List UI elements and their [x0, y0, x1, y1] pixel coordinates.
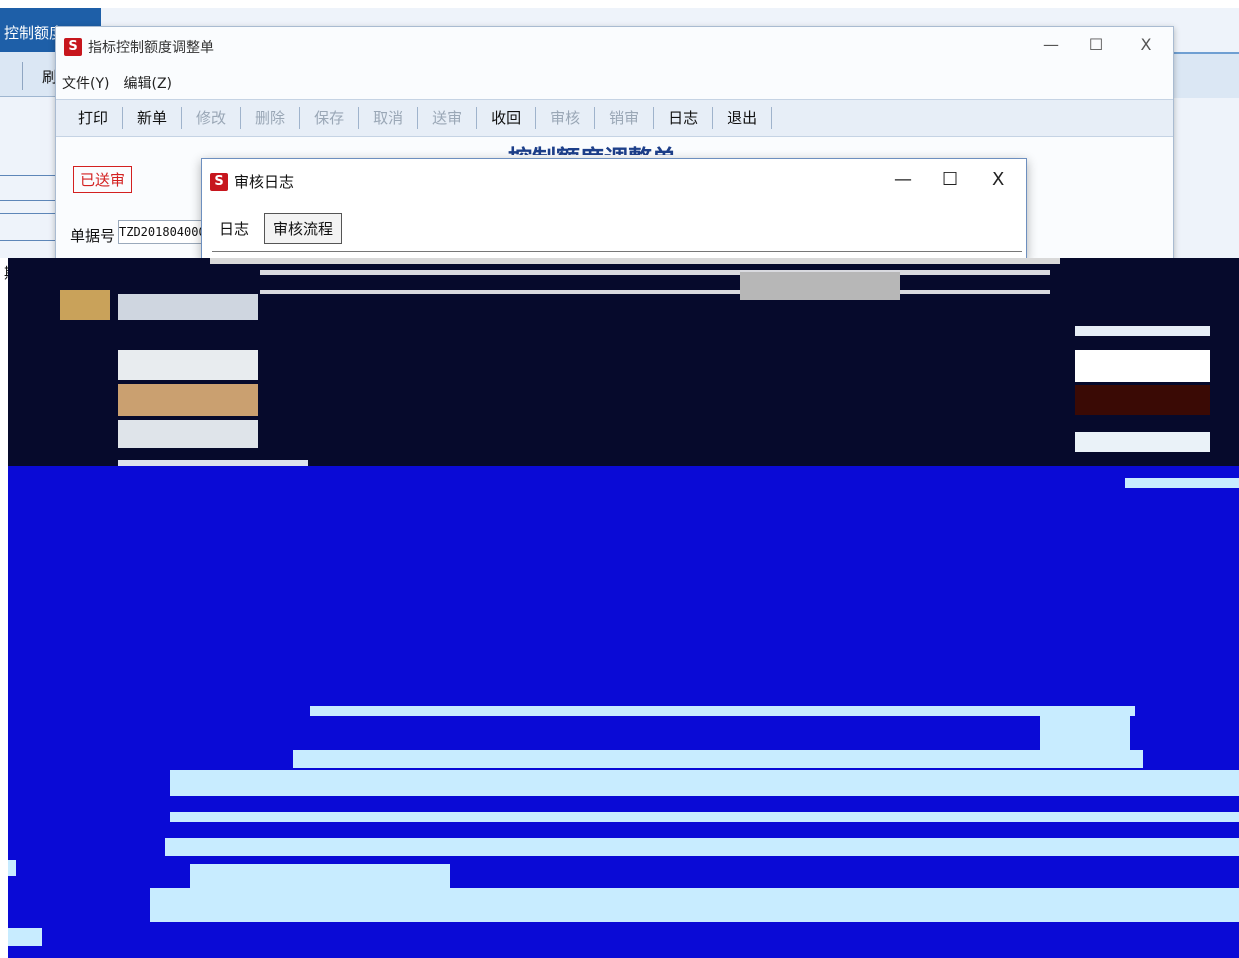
log-button[interactable]: 日志: [654, 107, 714, 129]
dialog-title: 审核日志: [234, 173, 295, 191]
audit-log-dialog: S 审核日志 — ☐ X 日志 审核流程: [201, 158, 1027, 260]
approve-button[interactable]: 审核: [536, 107, 596, 129]
glitch-noise: [118, 294, 258, 320]
glitch-noise: [1075, 326, 1210, 336]
doc-number-field[interactable]: TZD2018040003: [118, 220, 210, 244]
save-button[interactable]: 保存: [300, 107, 360, 129]
doc-number-label: 单据号: [70, 227, 116, 245]
cancel-button[interactable]: 取消: [359, 107, 419, 129]
glitch-noise: [170, 812, 1239, 822]
status-badge: 已送审: [73, 166, 133, 193]
dialog-titlebar: S 审核日志: [210, 171, 294, 192]
glitch-noise: [165, 838, 1239, 856]
glitch-noise: [60, 290, 110, 320]
glitch-noise: [740, 272, 900, 300]
glitch-noise: [1075, 350, 1210, 382]
glitch-noise: [293, 750, 1143, 768]
menu-bar: 文件(Y) 编辑(Z): [62, 73, 172, 93]
glitch-noise: [8, 860, 16, 876]
glitch-noise: [1125, 478, 1239, 488]
minimize-button[interactable]: —: [1031, 35, 1071, 54]
glitch-noise: [260, 290, 1050, 294]
dialog-close-button[interactable]: X: [992, 169, 1004, 190]
glitch-noise: [260, 270, 1050, 275]
glitch-noise: [1075, 385, 1210, 415]
recall-button[interactable]: 收回: [477, 107, 537, 129]
maximize-button[interactable]: ☐: [1076, 35, 1116, 54]
exit-button[interactable]: 退出: [713, 107, 773, 129]
window-titlebar: S 指标控制额度调整单: [64, 37, 214, 57]
tab-approval-flow[interactable]: 审核流程: [264, 213, 343, 244]
dialog-tabs: 日志 审核流程: [210, 213, 343, 244]
glitch-noise: [8, 928, 42, 946]
window-title: 指标控制额度调整单: [88, 40, 214, 56]
background-right-band: [1172, 52, 1239, 98]
dialog-minimize-button[interactable]: —: [894, 169, 912, 190]
document-heading: 控制额度调整单: [508, 139, 676, 155]
app-logo-icon: S: [64, 38, 82, 56]
menu-edit[interactable]: 编辑(Z): [123, 73, 172, 93]
new-button[interactable]: 新单: [123, 107, 183, 129]
toolbar: 打印 新单 修改 删除 保存 取消 送审 收回 审核 销审 日志 退出: [56, 99, 1173, 137]
glitch-noise: [118, 350, 258, 380]
dialog-maximize-button[interactable]: ☐: [942, 169, 958, 190]
toolbar-separator: [22, 62, 23, 90]
glitch-noise: [1075, 432, 1210, 452]
glitch-noise: [190, 864, 450, 890]
background-form-lines: [0, 165, 56, 255]
app-logo-icon: S: [210, 172, 228, 191]
glitch-noise: [210, 258, 1060, 264]
glitch-noise: [310, 706, 1135, 716]
glitch-noise: [150, 888, 1239, 922]
unapprove-button[interactable]: 销审: [595, 107, 655, 129]
delete-button[interactable]: 删除: [241, 107, 301, 129]
print-button[interactable]: 打印: [64, 107, 124, 129]
glitch-noise: [118, 420, 258, 448]
modify-button[interactable]: 修改: [182, 107, 242, 129]
close-button[interactable]: X: [1126, 35, 1166, 54]
menu-file[interactable]: 文件(Y): [62, 73, 109, 93]
submit-button[interactable]: 送审: [418, 107, 478, 129]
glitch-noise: [118, 384, 258, 416]
glitch-noise: [170, 770, 1239, 796]
glitch-noise: [1040, 716, 1130, 750]
tab-log[interactable]: 日志: [210, 213, 258, 244]
